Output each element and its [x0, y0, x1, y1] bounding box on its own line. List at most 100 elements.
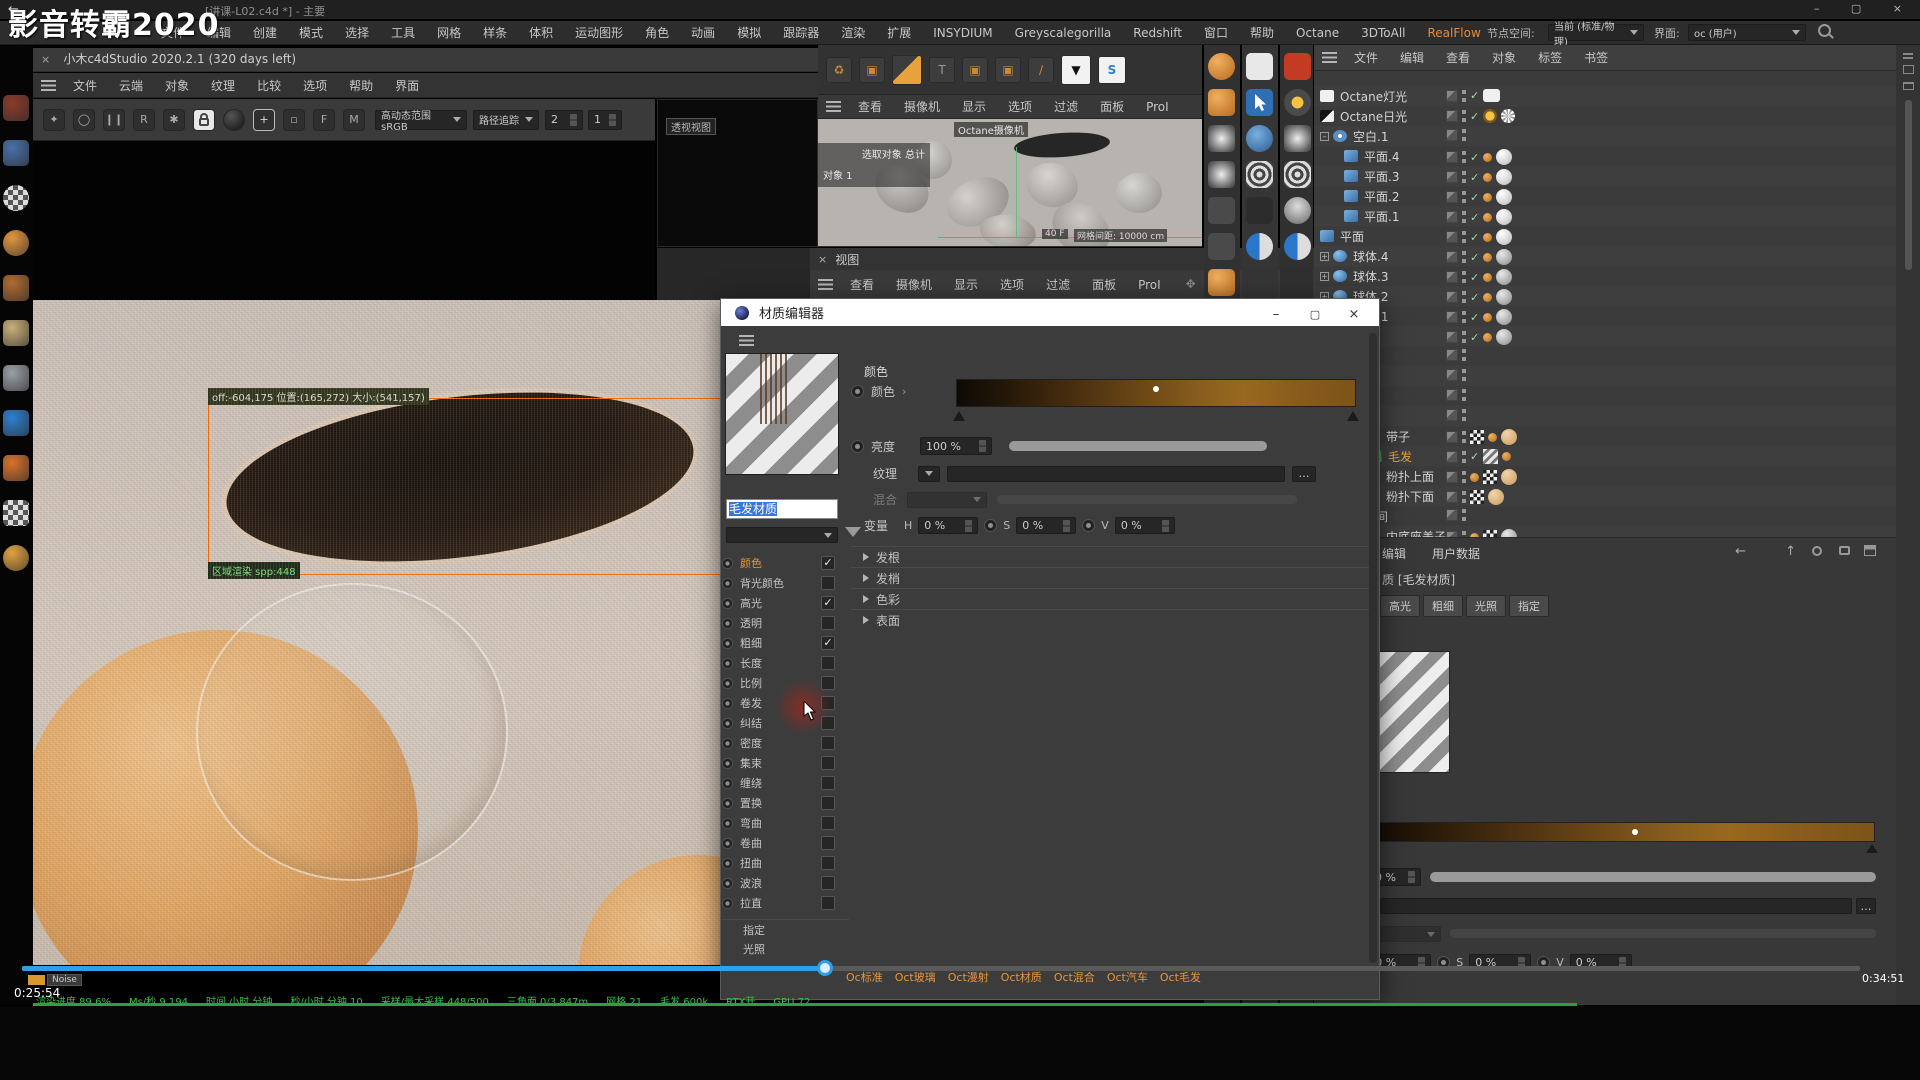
- menu-item-角色[interactable]: 角色: [634, 21, 680, 44]
- channel-checkbox[interactable]: [821, 876, 835, 890]
- layer-tag[interactable]: [1446, 271, 1458, 283]
- soft-white-icon[interactable]: [1284, 125, 1311, 152]
- orange-sphere-icon[interactable]: [1208, 53, 1235, 80]
- tree-row-球体.2[interactable]: +球体.2✓: [1314, 286, 1896, 306]
- blue-cursor-icon[interactable]: [1246, 89, 1273, 116]
- sun-icon[interactable]: [1284, 89, 1311, 116]
- material-tag[interactable]: [1501, 429, 1517, 445]
- tree-row-球体.3[interactable]: +球体.3✓: [1314, 266, 1896, 286]
- layer-tag[interactable]: [1446, 491, 1458, 503]
- texture-caret[interactable]: [918, 466, 940, 482]
- picker-icon[interactable]: ▣: [859, 57, 885, 83]
- layer-tag[interactable]: [1446, 90, 1458, 102]
- livedb-icon[interactable]: S: [1098, 56, 1126, 84]
- layer-tag[interactable]: [1446, 389, 1458, 401]
- expand-icon[interactable]: +: [1320, 272, 1329, 281]
- tree-row-平面.4[interactable]: 平面.4✓: [1314, 146, 1896, 166]
- channel-checkbox[interactable]: [821, 656, 835, 670]
- text-icon[interactable]: T: [929, 57, 955, 83]
- section-发梢[interactable]: 发梢: [851, 567, 1373, 588]
- channel-radio[interactable]: [722, 757, 733, 768]
- menu-item-INSYDIUM[interactable]: INSYDIUM: [922, 23, 1003, 43]
- enabled-check-icon[interactable]: ✓: [1470, 271, 1479, 284]
- generator-dot[interactable]: [1483, 273, 1492, 282]
- perspective-viewport[interactable]: 透视视图: [657, 99, 818, 247]
- enabled-check-icon[interactable]: ✓: [1470, 151, 1479, 164]
- mode-tab-粗细[interactable]: 粗细: [1423, 595, 1463, 617]
- menu-item-比较[interactable]: 比较: [246, 74, 292, 97]
- visibility-dots[interactable]: [1462, 409, 1466, 421]
- generator-dot[interactable]: [1483, 293, 1492, 302]
- octane-convert-Oct漫射[interactable]: Oct漫射: [948, 969, 989, 985]
- tree-row-球体.1[interactable]: +球体.1✓: [1314, 306, 1896, 326]
- node-space-select[interactable]: 当前 (标准/物理): [1548, 24, 1644, 41]
- menu-item-帮助[interactable]: 帮助: [338, 74, 384, 97]
- channel-长度[interactable]: 长度: [721, 653, 849, 673]
- half-moon-icon[interactable]: [1284, 233, 1311, 260]
- menu-item-渲染[interactable]: 渲染: [830, 21, 876, 44]
- viewport-label[interactable]: 透视视图: [666, 118, 716, 135]
- tab-光照[interactable]: 光照: [721, 939, 849, 959]
- layer-tag[interactable]: [1446, 231, 1458, 243]
- layer-tag[interactable]: [1446, 349, 1458, 361]
- channel-radio[interactable]: [722, 737, 733, 748]
- channel-radio[interactable]: [722, 697, 733, 708]
- octane-convert-Oct材质[interactable]: Oct材质: [1001, 969, 1042, 985]
- save-image-icon[interactable]: ▼: [1061, 55, 1091, 85]
- tree-row-平面.2[interactable]: 平面.2✓: [1314, 186, 1896, 206]
- menu-item-模式[interactable]: 模式: [288, 21, 334, 44]
- gradient-handle-left[interactable]: [953, 411, 965, 421]
- channel-波浪[interactable]: 波浪: [721, 873, 849, 893]
- octane-convert-Oct毛发[interactable]: Oct毛发: [1160, 969, 1201, 985]
- channel-密度[interactable]: 密度: [721, 733, 849, 753]
- visibility-dots[interactable]: [1462, 389, 1466, 401]
- small-frame-icon[interactable]: ▫: [283, 109, 305, 131]
- white-box-icon[interactable]: [1246, 53, 1273, 80]
- burst-icon[interactable]: ✦: [43, 109, 65, 131]
- visibility-dots[interactable]: [1462, 171, 1466, 183]
- material-tag[interactable]: [1488, 489, 1504, 505]
- render-mode-select[interactable]: 路径追踪: [473, 110, 539, 130]
- tree-row-13[interactable]: [1314, 346, 1896, 366]
- octane-convert-Oct混合[interactable]: Oct混合: [1054, 969, 1095, 985]
- v-field[interactable]: 0 %: [1570, 954, 1632, 971]
- section-表面[interactable]: 表面: [1314, 1038, 1896, 1060]
- material-tag[interactable]: [1496, 249, 1512, 265]
- mode-tab-高光[interactable]: 高光: [1380, 595, 1420, 617]
- search-icon[interactable]: [1812, 546, 1822, 556]
- menu-item-摄像机[interactable]: 摄像机: [893, 95, 951, 118]
- refresh-icon[interactable]: ♻: [826, 57, 852, 83]
- material-tag[interactable]: [1496, 229, 1512, 245]
- channel-弯曲[interactable]: 弯曲: [721, 813, 849, 833]
- tree-row-粉扑上面[interactable]: 粉扑上面: [1314, 466, 1896, 486]
- channel-radio[interactable]: [722, 777, 733, 788]
- layer-tag[interactable]: [1446, 129, 1458, 141]
- s-radio[interactable]: [984, 519, 997, 532]
- menu-item-RealFlow[interactable]: RealFlow: [1417, 23, 1492, 43]
- menu-icon[interactable]: [739, 335, 754, 346]
- octane-convert-Oc标准[interactable]: Oc标准: [846, 969, 883, 985]
- layer-tag[interactable]: [1446, 291, 1458, 303]
- menu-item-Redshift[interactable]: Redshift: [1122, 23, 1193, 43]
- layer-tag[interactable]: [1446, 171, 1458, 183]
- menu-item-帮助[interactable]: 帮助: [1239, 21, 1285, 44]
- visibility-dots[interactable]: [1462, 90, 1466, 102]
- generator-dot[interactable]: [1470, 473, 1479, 482]
- history-up-icon[interactable]: ↑: [1785, 544, 1796, 559]
- visibility-dots[interactable]: [1462, 110, 1466, 122]
- mode-tab-光照[interactable]: 光照: [1466, 595, 1506, 617]
- channel-checkbox[interactable]: [821, 836, 835, 850]
- blue-cube-icon[interactable]: [3, 140, 29, 166]
- channel-checkbox[interactable]: [821, 816, 835, 830]
- material-tag[interactable]: [1496, 289, 1512, 305]
- enabled-check-icon[interactable]: ✓: [1470, 191, 1479, 204]
- menu-item-运动图形[interactable]: 运动图形: [564, 21, 634, 44]
- menu-item-跟踪器[interactable]: 跟踪器: [772, 21, 830, 44]
- channel-checkbox[interactable]: ✓: [821, 556, 835, 570]
- bounces-stepper[interactable]: 1: [588, 110, 622, 130]
- menu-item-Octane[interactable]: Octane: [1285, 23, 1350, 43]
- section-色彩[interactable]: 色彩: [1314, 1016, 1896, 1038]
- menu-item-书签[interactable]: 书签: [1573, 46, 1619, 69]
- plus-icon[interactable]: [1208, 233, 1235, 260]
- interface-select[interactable]: oc (用户): [1688, 24, 1806, 41]
